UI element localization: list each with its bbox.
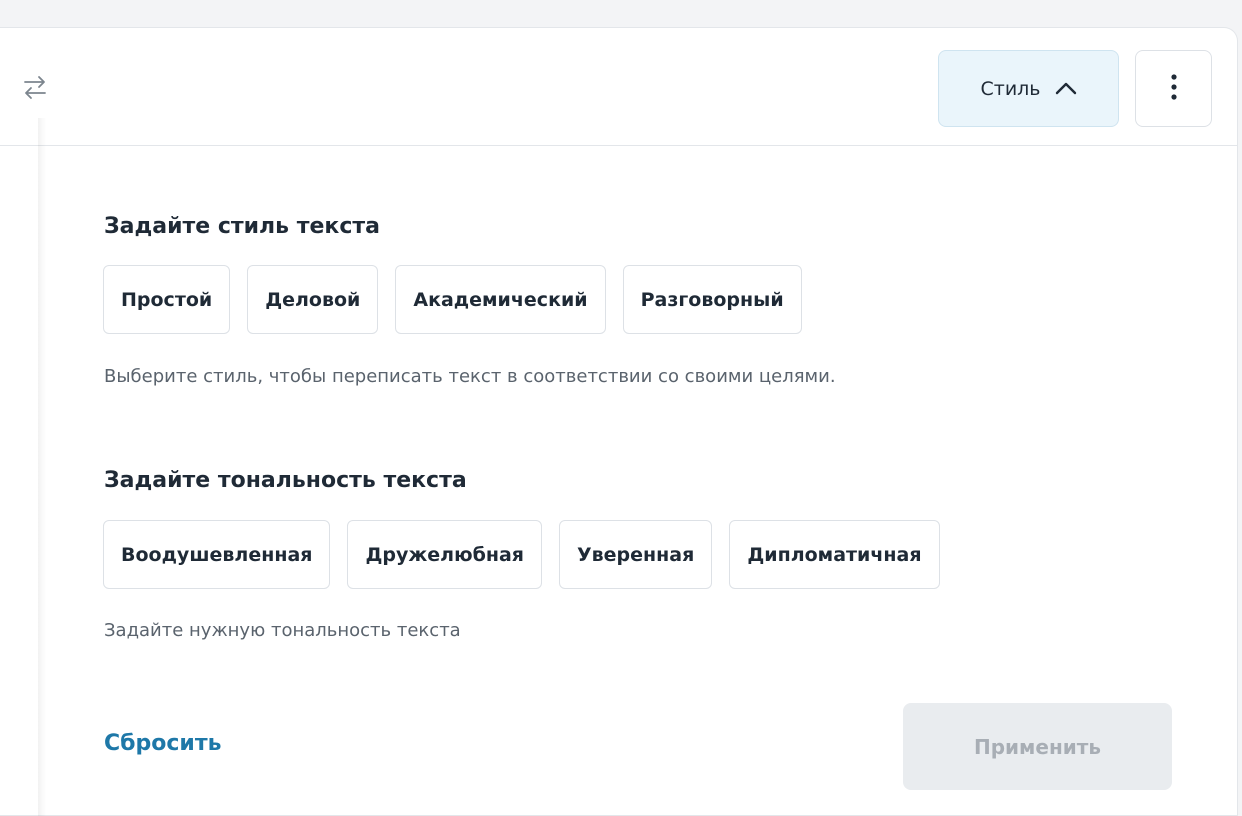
apply-button[interactable]: Применить — [903, 703, 1172, 790]
tone-option-diplomatic[interactable]: Дипломатичная — [729, 520, 940, 589]
style-toggle-button[interactable]: Стиль — [938, 50, 1119, 127]
more-options-button[interactable] — [1135, 50, 1212, 127]
style-section-title: Задайте стиль текста — [104, 214, 380, 239]
style-section-hint: Выберите стиль, чтобы переписать текст в… — [104, 366, 836, 387]
style-option-academic[interactable]: Академический — [395, 265, 606, 334]
swap-arrows-icon[interactable] — [20, 70, 50, 104]
tone-option-friendly[interactable]: Дружелюбная — [347, 520, 542, 589]
more-vertical-icon — [1170, 73, 1177, 104]
style-toggle-label: Стиль — [980, 77, 1041, 100]
rewrite-card: Стиль — [0, 27, 1238, 816]
tone-section-hint: Задайте нужную тональность текста — [104, 620, 461, 641]
card-toolbar: Стиль — [0, 28, 1237, 146]
panel-shadow — [38, 118, 46, 816]
style-option-conversational[interactable]: Разговорный — [622, 265, 802, 334]
tone-options: Воодушевленная Дружелюбная Уверенная Дип… — [103, 520, 940, 589]
tone-section-title: Задайте тональность текста — [104, 468, 467, 493]
reset-button[interactable]: Сбросить — [104, 731, 222, 756]
style-options: Простой Деловой Академический Разговорны… — [103, 265, 802, 334]
tone-option-confident[interactable]: Уверенная — [559, 520, 713, 589]
tone-option-inspired[interactable]: Воодушевленная — [103, 520, 331, 589]
style-option-simple[interactable]: Простой — [103, 265, 231, 334]
style-option-business[interactable]: Деловой — [247, 265, 379, 334]
chevron-up-icon — [1055, 78, 1077, 100]
